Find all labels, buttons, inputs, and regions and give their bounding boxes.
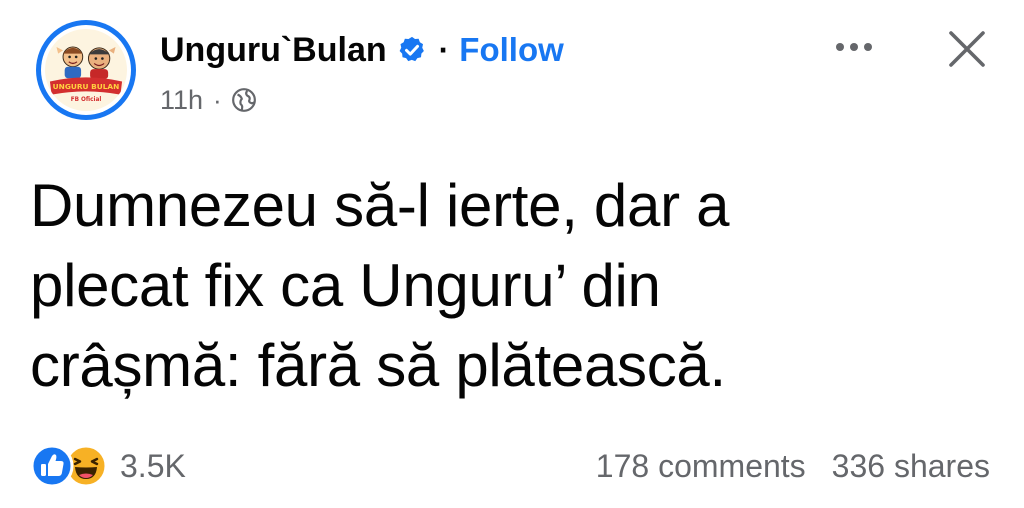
like-icon (30, 444, 74, 488)
globe-icon[interactable] (231, 87, 257, 113)
logo-text-bottom: FB Oficial (71, 97, 102, 103)
reactions-summary[interactable]: 3.5K (30, 442, 186, 490)
post-timestamp[interactable]: 11h (160, 85, 203, 116)
shares-count-link[interactable]: 336 shares (832, 448, 990, 485)
page-name[interactable]: Unguru`Bulan (160, 31, 387, 70)
comments-count-link[interactable]: 178 comments (596, 448, 806, 485)
post-text-line: plecat fix ca Unguru’ din (30, 252, 661, 319)
post-text-line: Dumnezeu să-l ierte, dar a (30, 172, 730, 239)
close-button[interactable] (940, 22, 994, 76)
follow-button[interactable]: Follow (459, 31, 563, 69)
post-text-line: crâșmă: fără să plătească. (30, 332, 726, 399)
meta-separator: · (213, 84, 222, 115)
post-stats: 178 comments 336 shares (596, 442, 990, 490)
post-header-name-row: Unguru`Bulan · Follow (160, 24, 564, 76)
page-logo: UNGURU BULAN FB Oficial (45, 29, 127, 111)
logo-text-top: UNGURU BULAN (53, 82, 120, 91)
post-message: Dumnezeu să-l ierte, dar a plecat fix ca… (30, 166, 970, 406)
reaction-count: 3.5K (120, 447, 186, 484)
verified-badge-icon (399, 36, 424, 62)
more-dots-icon (836, 43, 872, 51)
header-separator: · (438, 31, 450, 68)
more-options-button[interactable] (826, 24, 882, 70)
post-meta-row: 11h · (160, 80, 257, 120)
close-icon (949, 31, 985, 67)
page-avatar[interactable]: UNGURU BULAN FB Oficial (36, 20, 136, 120)
post-card: UNGURU BULAN FB Oficial Unguru`Bulan · F… (0, 0, 1024, 508)
avatar-ring: UNGURU BULAN FB Oficial (41, 25, 131, 115)
